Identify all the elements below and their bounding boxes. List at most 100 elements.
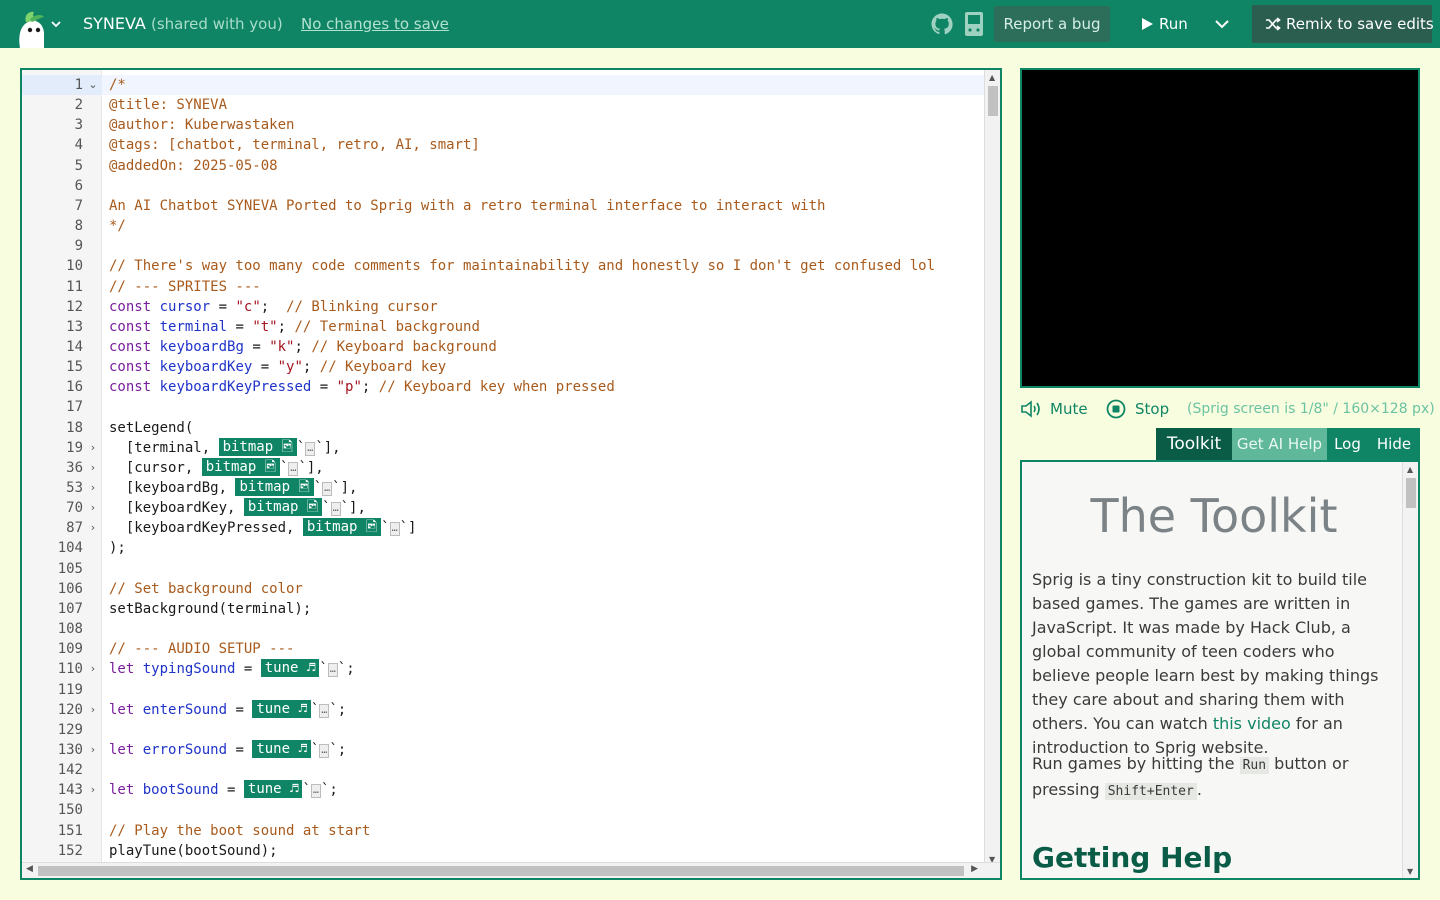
inline-editor-widget[interactable]: tune ♬ <box>243 780 303 798</box>
editor-horizontal-scroll-thumb[interactable] <box>38 866 964 876</box>
fold-toggle-icon[interactable]: › <box>88 740 98 760</box>
sprig-device-icon[interactable] <box>962 11 986 37</box>
code-line[interactable]: let typingSound = tune ♬ `… `; <box>109 659 355 679</box>
code-line[interactable]: let enterSound = tune ♬ `… `; <box>109 700 346 720</box>
inline-editor-widget[interactable]: bitmap 🖻 <box>235 478 314 496</box>
project-title: SYNEVA (shared with you) <box>83 13 283 35</box>
fold-toggle-icon[interactable]: › <box>88 700 98 720</box>
line-number: 19 <box>66 440 83 456</box>
folded-content-placeholder[interactable]: … <box>389 522 400 536</box>
tab-toolkit[interactable]: Toolkit <box>1156 428 1232 460</box>
run-options-chevron-icon[interactable] <box>1208 6 1236 42</box>
code-line[interactable]: playTune(bootSound); <box>109 841 278 861</box>
code-line[interactable]: const keyboardBg = "k"; // Keyboard back… <box>109 337 497 357</box>
code-line[interactable]: // Set background color <box>109 579 303 599</box>
save-status-link[interactable]: No changes to save <box>301 14 449 34</box>
code-line[interactable]: setLegend( <box>109 418 193 438</box>
folded-content-placeholder[interactable]: … <box>305 442 316 456</box>
folded-content-placeholder[interactable]: … <box>310 784 321 798</box>
inline-editor-widget[interactable]: tune ♬ <box>260 659 320 677</box>
github-icon[interactable] <box>930 12 954 36</box>
inline-editor-widget[interactable]: tune ♬ <box>252 740 311 758</box>
remix-label: Remix to save edits <box>1286 15 1434 33</box>
inline-editor-widget[interactable]: bitmap 🖻 <box>201 458 280 476</box>
code-line[interactable]: // --- AUDIO SETUP --- <box>109 639 294 659</box>
tab-hide[interactable]: Hide <box>1368 428 1420 460</box>
stop-label: Stop <box>1135 400 1170 418</box>
code-line[interactable]: let bootSound = tune ♬ `… `; <box>109 780 338 800</box>
line-number: 14 <box>66 339 83 355</box>
folded-content-placeholder[interactable]: … <box>322 482 333 496</box>
fold-toggle-icon[interactable]: › <box>88 498 98 518</box>
screen-size-note: (Sprig screen is 1/8" / 160×128 px) <box>1187 401 1435 417</box>
inline-editor-widget[interactable]: bitmap 🖻 <box>218 438 297 456</box>
scroll-up-arrow-icon[interactable]: ▲ <box>989 73 995 82</box>
stop-button[interactable]: Stop <box>1106 398 1170 420</box>
code-line[interactable]: setBackground(terminal); <box>109 599 311 619</box>
code-line[interactable]: // --- SPRITES --- <box>109 277 261 297</box>
code-line[interactable]: @author: Kuberwastaken <box>109 115 294 135</box>
code-line[interactable]: [keyboardKey, bitmap 🖻 `… `], <box>109 498 366 518</box>
inline-editor-widget[interactable]: bitmap 🖻 <box>302 518 382 536</box>
remix-button[interactable]: Remix to save edits <box>1252 5 1434 43</box>
folded-content-placeholder[interactable]: … <box>330 502 341 516</box>
tab-log[interactable]: Log <box>1327 428 1368 460</box>
fold-toggle-icon[interactable]: › <box>88 780 98 800</box>
mute-button[interactable]: Mute <box>1020 398 1090 420</box>
editor-vertical-scroll-thumb[interactable] <box>988 86 998 116</box>
fold-toggle-icon[interactable]: › <box>88 478 98 498</box>
inline-editor-widget[interactable]: bitmap 🖻 <box>243 498 323 516</box>
toolkit-run-instructions: Run games by hitting the Run button or p… <box>1032 752 1396 804</box>
toolkit-scroll-thumb[interactable] <box>1406 478 1416 508</box>
game-screen[interactable] <box>1020 68 1420 388</box>
scroll-right-arrow-icon[interactable]: ▶ <box>971 864 978 874</box>
scroll-left-arrow-icon[interactable]: ◀ <box>26 864 33 874</box>
code-line[interactable]: ); <box>109 538 126 558</box>
toolkit-scrollbar[interactable]: ▲ ▼ <box>1402 462 1418 878</box>
code-line[interactable]: let errorSound = tune ♬ `… `; <box>109 740 346 760</box>
editor-vertical-scrollbar[interactable]: ▲ ▼ <box>984 70 1000 866</box>
code-line[interactable]: An AI Chatbot SYNEVA Ported to Sprig wit… <box>109 196 825 216</box>
code-line[interactable]: @tags: [chatbot, terminal, retro, AI, sm… <box>109 135 480 155</box>
code-line[interactable]: [keyboardKeyPressed, bitmap 🖻 `… `] <box>109 518 416 538</box>
folded-content-placeholder[interactable]: … <box>327 663 338 677</box>
logo-menu-chevron-icon[interactable] <box>50 14 64 34</box>
line-number: 18 <box>66 420 83 436</box>
code-line[interactable]: @title: SYNEVA <box>109 95 227 115</box>
toolkit-scroll-up-arrow-icon[interactable]: ▲ <box>1407 465 1413 474</box>
code-line[interactable]: // There's way too many code comments fo… <box>109 256 935 276</box>
run-code: Run <box>1239 757 1270 774</box>
code-line[interactable]: */ <box>109 216 126 236</box>
fold-toggle-icon[interactable]: › <box>88 438 98 458</box>
code-line[interactable]: [terminal, bitmap 🖻 `… `], <box>109 438 341 458</box>
line-number: 10 <box>66 258 83 274</box>
run-button[interactable]: Run <box>1128 6 1202 42</box>
code-line[interactable]: /* <box>109 75 126 95</box>
fold-toggle-icon[interactable]: › <box>88 518 98 538</box>
code-line[interactable]: const keyboardKey = "y"; // Keyboard key <box>109 357 446 377</box>
code-line[interactable]: [cursor, bitmap 🖻 `… `], <box>109 458 324 478</box>
code-line[interactable]: const terminal = "t"; // Terminal backgr… <box>109 317 480 337</box>
line-number: 119 <box>57 682 83 698</box>
inline-editor-widget[interactable]: tune ♬ <box>252 700 311 718</box>
tab-ai-help[interactable]: Get AI Help <box>1232 428 1327 460</box>
intro-video-link[interactable]: this video <box>1213 714 1291 733</box>
code-line[interactable]: const keyboardKeyPressed = "p"; // Keybo… <box>109 377 615 397</box>
fold-toggle-icon[interactable]: ⌄ <box>88 75 98 95</box>
code-area[interactable]: /* @title: SYNEVA @author: Kuberwastaken @t… <box>102 70 986 866</box>
project-name: SYNEVA <box>83 14 146 33</box>
folded-content-placeholder[interactable]: … <box>288 462 299 476</box>
fold-toggle-icon[interactable]: › <box>88 659 98 679</box>
toolkit-scroll-down-arrow-icon[interactable]: ▼ <box>1407 867 1413 876</box>
code-line[interactable]: @addedOn: 2025-05-08 <box>109 156 278 176</box>
folded-content-placeholder[interactable]: … <box>319 704 330 718</box>
code-editor[interactable]: 1 ⌄ 2 3 4 5 6 7 8 9 10 11 12 13 14 15 16 17 18 19 › 36 › 53 › 70 ›… <box>20 68 1002 880</box>
code-line[interactable]: const cursor = "c"; // Blinking cursor <box>109 297 438 317</box>
editor-horizontal-scrollbar[interactable]: ◀ ▶ <box>22 862 1000 878</box>
fold-toggle-icon[interactable]: › <box>88 458 98 478</box>
code-line[interactable]: // Play the boot sound at start <box>109 821 370 841</box>
sprig-logo-icon[interactable] <box>14 8 48 48</box>
folded-content-placeholder[interactable]: … <box>319 744 330 758</box>
code-line[interactable]: [keyboardBg, bitmap 🖻 `… `], <box>109 478 357 498</box>
report-bug-button[interactable]: Report a bug <box>994 6 1110 42</box>
